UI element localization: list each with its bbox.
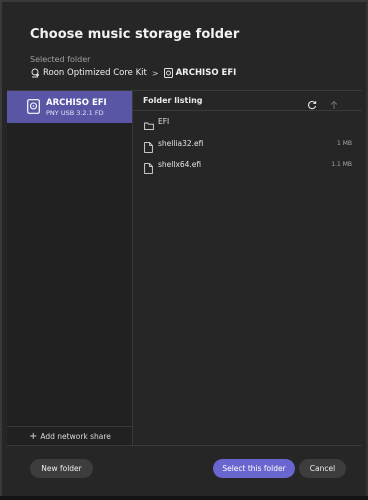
cancel-button[interactable]: Cancel xyxy=(299,459,346,478)
select-folder-button[interactable]: Select this folder xyxy=(213,459,295,478)
choose-folder-dialog: Choose music storage folder Selected fol… xyxy=(0,0,368,500)
list-item[interactable]: shellx64.efi 1.1 MB xyxy=(133,155,362,175)
selected-folder-label: Selected folder xyxy=(30,55,91,64)
dialog-title: Choose music storage folder xyxy=(30,27,240,42)
drive-name: ARCHISO EFI xyxy=(46,98,107,108)
file-icon xyxy=(144,159,153,178)
usb-drive-icon xyxy=(27,99,40,118)
plus-icon: + xyxy=(29,430,38,442)
item-name: shellx64.efi xyxy=(158,160,202,169)
item-size: 1.1 MB xyxy=(331,161,352,168)
breadcrumb-current: ARCHISO EFI xyxy=(175,68,237,78)
breadcrumb-root[interactable]: Roon Optimized Core Kit xyxy=(43,68,147,78)
add-network-share-button[interactable]: + Add network share xyxy=(7,426,132,446)
folder-listing: Folder listing EFI shellia32.efi 1 MB sh… xyxy=(133,91,362,445)
folder-icon xyxy=(144,116,154,135)
drive-subtitle: PNY USB 3.2.1 FD xyxy=(46,109,104,117)
core-kit-icon xyxy=(30,68,40,78)
chevron-right-icon: > xyxy=(151,68,159,78)
drive-sidebar: ARCHISO EFI PNY USB 3.2.1 FD + Add netwo… xyxy=(7,91,133,445)
breadcrumb: Roon Optimized Core Kit > ARCHISO EFI xyxy=(30,68,236,78)
new-folder-button[interactable]: New folder xyxy=(30,459,93,478)
add-network-share-label: Add network share xyxy=(40,432,111,441)
folder-listing-header: Folder listing xyxy=(133,91,362,111)
background-strip xyxy=(0,496,368,500)
list-item[interactable]: shellia32.efi 1 MB xyxy=(133,134,362,154)
folder-browser: ARCHISO EFI PNY USB 3.2.1 FD + Add netwo… xyxy=(7,90,362,446)
sidebar-item-archiso-efi[interactable]: ARCHISO EFI PNY USB 3.2.1 FD xyxy=(7,91,132,123)
usb-drive-icon xyxy=(163,68,173,78)
folder-listing-title: Folder listing xyxy=(143,96,203,105)
item-size: 1 MB xyxy=(336,140,352,147)
list-item[interactable]: EFI xyxy=(133,112,362,132)
item-name: EFI xyxy=(158,117,170,126)
item-name: shellia32.efi xyxy=(158,139,204,148)
